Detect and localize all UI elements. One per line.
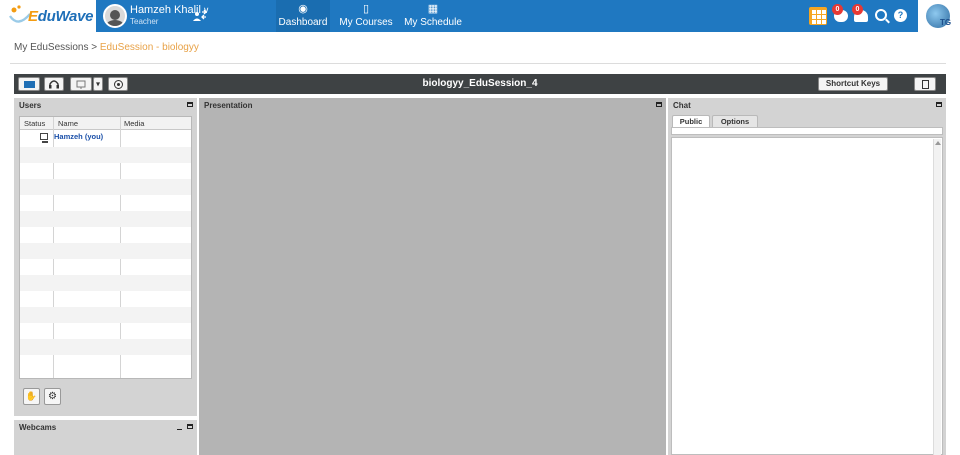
switch-role-icon[interactable] (192, 8, 208, 24)
breadcrumb-root-link[interactable]: My EduSessions (14, 42, 88, 53)
table-row (20, 195, 191, 211)
raise-hand-button[interactable]: ✋ (23, 388, 40, 405)
session-toolbar: biologyy_EduSession_4 ▾ Shortcut Keys (14, 74, 946, 94)
maximize-icon[interactable] (656, 102, 662, 107)
breadcrumb: My EduSessions > EduSession - biologyy (0, 36, 960, 60)
table-row (20, 307, 191, 323)
logout-button[interactable] (914, 77, 936, 91)
nav-my-schedule[interactable]: ▦ My Schedule (402, 0, 464, 32)
record-button[interactable] (108, 77, 128, 91)
settings-button[interactable]: ⚙ (44, 388, 61, 405)
users-table: Status Name Media Hamzeh (you) (19, 116, 192, 379)
maximize-icon[interactable] (187, 424, 193, 429)
nav-my-courses-label: My Courses (339, 17, 393, 28)
table-row (20, 147, 191, 163)
table-row (20, 211, 191, 227)
chat-scrollbar[interactable] (933, 139, 941, 455)
webcam-icon (76, 80, 86, 89)
logo-text: duWave (37, 8, 94, 25)
table-row (20, 163, 191, 179)
calendar-icon: ▦ (427, 3, 439, 15)
maximize-icon[interactable] (187, 102, 193, 107)
share-webcam-button[interactable] (70, 77, 92, 91)
presenter-icon (40, 133, 48, 143)
eduwave-logo[interactable]: EduWave (0, 0, 96, 32)
column-status[interactable]: Status (24, 119, 45, 128)
table-row (20, 339, 191, 355)
column-name[interactable]: Name (58, 119, 78, 128)
maximize-icon[interactable] (936, 102, 942, 107)
apps-grid-icon[interactable] (809, 7, 827, 25)
table-row (20, 275, 191, 291)
breadcrumb-current[interactable]: EduSession - biologyy (100, 42, 199, 53)
org-logo-text: TG (940, 18, 952, 27)
table-row (20, 259, 191, 275)
monitor-icon (24, 81, 35, 88)
users-panel: Users Status Name Media Hamzeh (you) ✋ ⚙ (14, 98, 197, 416)
search-icon[interactable] (875, 9, 887, 21)
gear-icon: ⚙ (48, 391, 57, 402)
user-name: Hamzeh Khalil (130, 4, 201, 16)
hand-icon: ✋ (25, 391, 38, 401)
webcam-options-dropdown[interactable]: ▾ (93, 77, 103, 91)
exit-icon (922, 80, 929, 89)
user-row-name: Hamzeh (you) (54, 132, 104, 141)
divider (10, 63, 946, 64)
share-desktop-button[interactable] (18, 77, 40, 91)
chat-messages-area[interactable] (671, 137, 943, 455)
tab-options[interactable]: Options (712, 115, 758, 127)
minimize-icon[interactable] (177, 429, 182, 430)
chat-panel: Chat Public Options (668, 98, 946, 455)
nav-my-schedule-label: My Schedule (404, 17, 462, 28)
table-row (20, 323, 191, 339)
users-table-header: Status Name Media (20, 117, 191, 130)
webcams-panel-title: Webcams (19, 423, 57, 432)
logo-letter-e: E (28, 8, 38, 25)
table-row (20, 227, 191, 243)
messages-icon[interactable]: 0 (832, 4, 852, 26)
caret-down-icon: ▾ (95, 79, 101, 89)
table-row (20, 179, 191, 195)
chat-panel-title: Chat (673, 101, 691, 110)
dashboard-icon: ◉ (298, 3, 308, 15)
nav-my-courses[interactable]: ▯ My Courses (336, 0, 396, 32)
nav-dashboard[interactable]: ◉ Dashboard (276, 0, 330, 32)
user-role: Teacher (130, 17, 159, 26)
webcams-panel: Webcams (14, 420, 197, 455)
presentation-panel: Presentation (199, 98, 666, 455)
shortcut-keys-button[interactable]: Shortcut Keys (818, 77, 888, 91)
table-row (20, 243, 191, 259)
breadcrumb-separator: > (88, 42, 100, 53)
notifications-badge: 0 (852, 4, 863, 15)
nav-dashboard-label: Dashboard (278, 17, 328, 28)
table-row[interactable]: Hamzeh (you) (20, 131, 191, 147)
table-row (20, 291, 191, 307)
users-panel-title: Users (19, 101, 42, 110)
headphones-icon (49, 80, 59, 89)
chat-header-strip (671, 127, 943, 135)
top-navbar: EduWave Hamzeh Khalil ∨ Teacher ◉ Dashboa… (0, 0, 960, 32)
scroll-up-icon[interactable] (935, 141, 941, 145)
table-row (20, 355, 191, 371)
column-media[interactable]: Media (124, 119, 144, 128)
join-audio-button[interactable] (44, 77, 64, 91)
avatar[interactable] (103, 4, 127, 28)
notifications-icon[interactable]: 0 (852, 4, 872, 26)
messages-badge: 0 (832, 4, 843, 15)
help-icon[interactable]: ? (894, 9, 907, 22)
session-title: biologyy_EduSession_4 (422, 78, 538, 89)
organization-logo: TG (918, 0, 960, 32)
tab-public[interactable]: Public (672, 115, 710, 127)
book-icon: ▯ (362, 3, 370, 15)
presentation-panel-title: Presentation (204, 101, 253, 110)
